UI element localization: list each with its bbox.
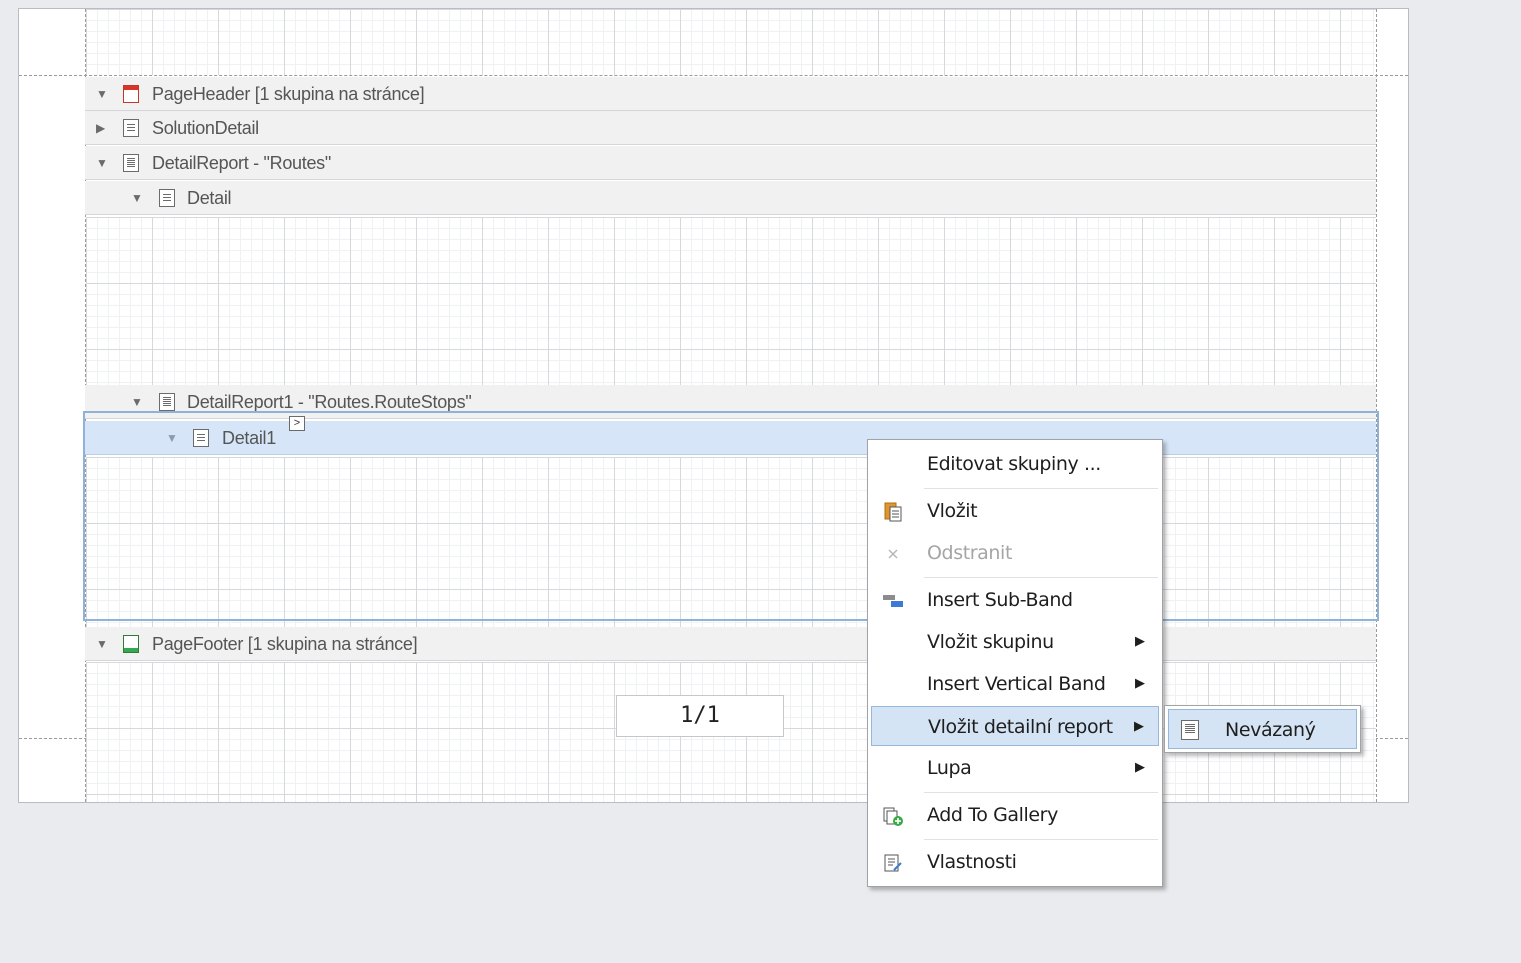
detail-report-submenu: Nevázaný bbox=[1164, 705, 1361, 753]
top-margin-area[interactable] bbox=[86, 9, 1376, 75]
band-label: SolutionDetail bbox=[152, 118, 259, 138]
context-menu: Editovat skupiny ... Vložit Odstranit In… bbox=[867, 439, 1163, 887]
submenu-arrow-icon: ▶ bbox=[1135, 634, 1145, 649]
submenu-arrow-icon: ▶ bbox=[1135, 760, 1145, 775]
menu-item-insert-group[interactable]: Vložit skupinu ▶ bbox=[871, 622, 1159, 662]
menu-item-delete[interactable]: Odstranit bbox=[871, 533, 1159, 573]
menu-item-label: Add To Gallery bbox=[927, 804, 1058, 826]
right-margin-guide bbox=[1376, 9, 1377, 802]
menu-item-label: Odstranit bbox=[927, 542, 1012, 564]
menu-item-insert-sub-band[interactable]: Insert Sub-Band bbox=[871, 580, 1159, 620]
band-label: Detail1 bbox=[222, 428, 276, 448]
page-number-field[interactable]: 1/1 bbox=[616, 695, 784, 737]
menu-separator bbox=[924, 839, 1158, 840]
band-label: PageHeader [1 skupina na stránce] bbox=[152, 84, 425, 104]
expand-arrow-icon[interactable]: ▼ bbox=[96, 627, 108, 661]
submenu-arrow-icon: ▶ bbox=[1135, 676, 1145, 691]
submenu-arrow-icon: ▶ bbox=[1134, 719, 1144, 734]
menu-item-label: Insert Vertical Band bbox=[927, 673, 1106, 695]
band-label: PageFooter [1 skupina na stránce] bbox=[152, 634, 418, 654]
expand-arrow-icon[interactable]: ▼ bbox=[131, 385, 143, 419]
menu-item-label: Vlastnosti bbox=[927, 851, 1017, 873]
band-detail-report1[interactable]: ▼ DetailReport1 - "Routes.RouteStops" bbox=[85, 385, 1376, 419]
detail-report-icon bbox=[123, 154, 139, 172]
detail-band-area[interactable] bbox=[86, 217, 1376, 387]
expand-arrow-icon[interactable]: ▼ bbox=[131, 181, 143, 215]
menu-item-insert-detail-report[interactable]: Vložit detailní report ▶ bbox=[871, 706, 1159, 746]
detail-report-icon bbox=[159, 393, 175, 411]
delete-icon bbox=[888, 549, 898, 559]
menu-separator bbox=[924, 488, 1158, 489]
band-label: DetailReport - "Routes" bbox=[152, 153, 331, 173]
menu-item-label: Vložit detailní report bbox=[928, 716, 1113, 738]
band-label: Detail bbox=[187, 188, 232, 208]
menu-item-edit-groups[interactable]: Editovat skupiny ... bbox=[871, 444, 1159, 484]
band-detail-icon bbox=[193, 429, 209, 447]
band-page-header[interactable]: ▼ PageHeader [1 skupina na stránce] bbox=[85, 77, 1376, 111]
band-footer-icon bbox=[123, 635, 139, 653]
menu-item-label: Vložit skupinu bbox=[927, 631, 1054, 653]
band-solution-detail[interactable]: ▶ SolutionDetail bbox=[85, 111, 1376, 145]
band-header-icon bbox=[123, 85, 139, 103]
menu-item-label: Lupa bbox=[927, 757, 972, 779]
menu-item-unbound[interactable]: Nevázaný bbox=[1168, 709, 1357, 749]
band-page-footer[interactable]: ▼ PageFooter [1 skupina na stránce] bbox=[85, 627, 1376, 661]
menu-item-add-to-gallery[interactable]: Add To Gallery bbox=[871, 795, 1159, 835]
paste-icon bbox=[884, 502, 902, 522]
menu-item-label: Nevázaný bbox=[1225, 719, 1316, 741]
band-label: DetailReport1 - "Routes.RouteStops" bbox=[187, 392, 472, 412]
menu-item-label: Vložit bbox=[927, 500, 978, 522]
detail-report-icon bbox=[1181, 720, 1199, 740]
menu-item-insert-vertical-band[interactable]: Insert Vertical Band ▶ bbox=[871, 664, 1159, 704]
properties-icon bbox=[884, 854, 902, 872]
menu-item-paste[interactable]: Vložit bbox=[871, 491, 1159, 531]
band-detail-icon bbox=[123, 119, 139, 137]
band-detail[interactable]: ▼ Detail bbox=[85, 181, 1376, 215]
band-detail-report[interactable]: ▼ DetailReport - "Routes" bbox=[85, 146, 1376, 180]
menu-item-zoom[interactable]: Lupa ▶ bbox=[871, 748, 1159, 788]
collapse-arrow-icon[interactable]: ▶ bbox=[96, 111, 105, 145]
top-margin-guide bbox=[19, 75, 1408, 76]
band-detail-icon bbox=[159, 189, 175, 207]
expand-arrow-icon[interactable]: ▼ bbox=[96, 77, 108, 111]
menu-item-properties[interactable]: Vlastnosti bbox=[871, 842, 1159, 882]
menu-item-label: Insert Sub-Band bbox=[927, 589, 1073, 611]
menu-item-label: Editovat skupiny ... bbox=[927, 453, 1101, 475]
gallery-icon bbox=[883, 807, 903, 826]
smart-tag-button[interactable]: > bbox=[289, 416, 305, 431]
expand-arrow-icon[interactable]: ▼ bbox=[96, 146, 108, 180]
sub-band-icon bbox=[883, 595, 903, 607]
detail1-band-area[interactable] bbox=[86, 457, 1376, 627]
menu-separator bbox=[924, 577, 1158, 578]
menu-separator bbox=[924, 792, 1158, 793]
band-detail1[interactable]: ▼ Detail1 bbox=[85, 421, 1376, 455]
expand-arrow-icon[interactable]: ▼ bbox=[166, 421, 178, 455]
